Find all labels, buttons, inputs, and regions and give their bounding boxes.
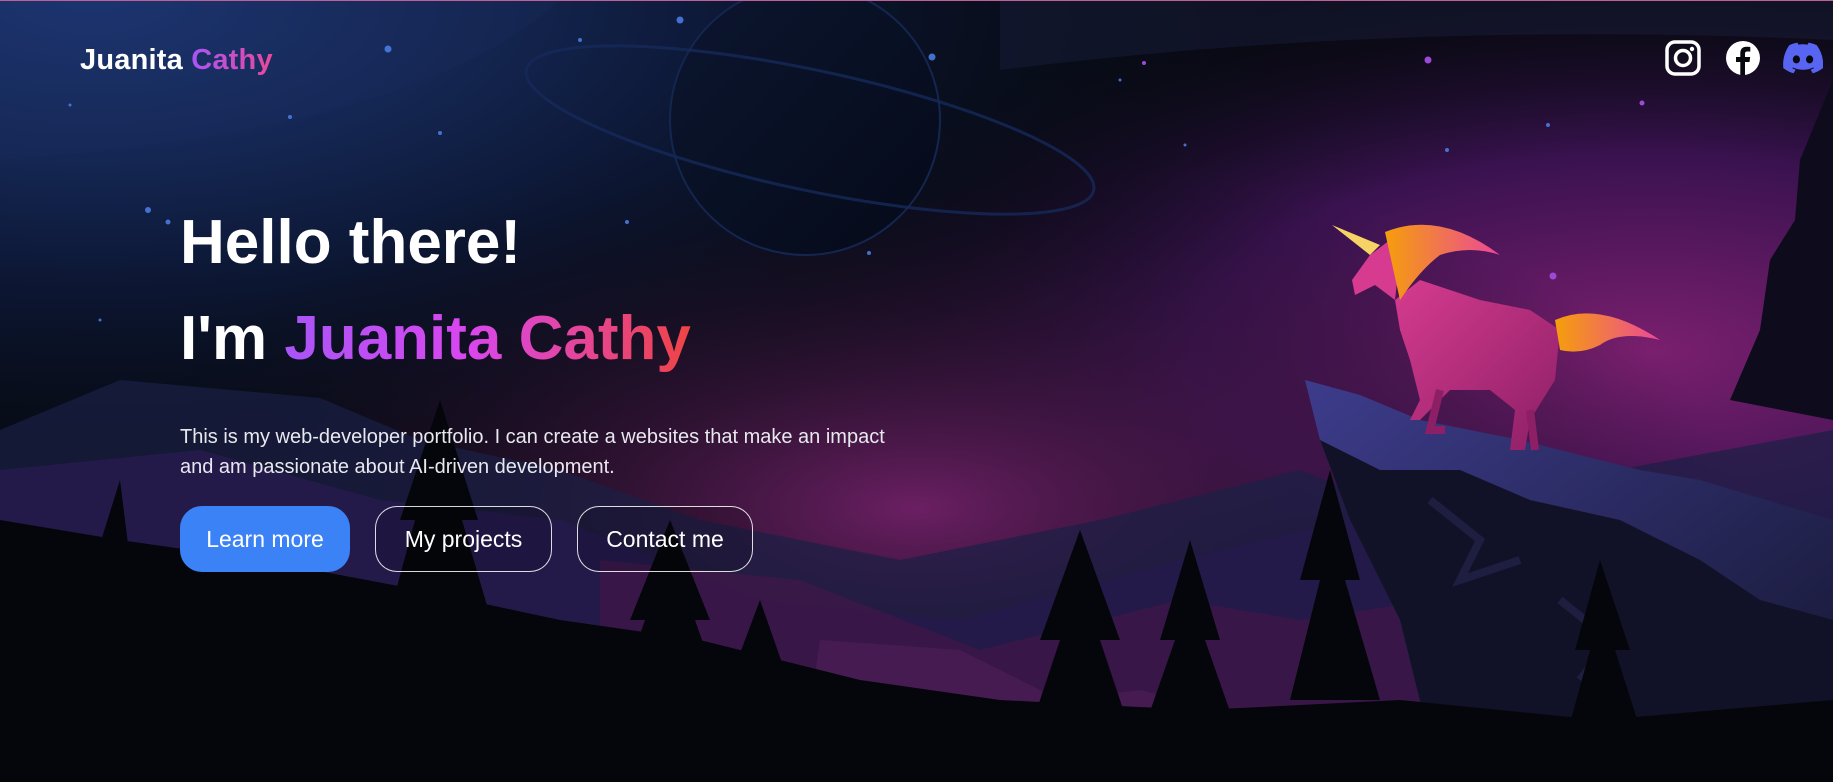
instagram-link[interactable] <box>1663 38 1703 78</box>
instagram-icon <box>1665 40 1701 76</box>
social-links <box>1633 38 1833 80</box>
hero-description: This is my web-developer portfolio. I ca… <box>180 426 885 478</box>
site-logo[interactable]: Juanita Cathy <box>80 44 273 77</box>
contact-me-button[interactable]: Contact me <box>577 506 753 572</box>
my-projects-button[interactable]: My projects <box>375 506 552 572</box>
hero-section: Juanita Cathy Hello there! I'm Juanita C… <box>0 0 1833 782</box>
night-landscape-background <box>0 0 1833 782</box>
hero-greeting: Hello there! <box>180 208 522 277</box>
logo-last-name: Cathy <box>191 44 273 76</box>
learn-more-button[interactable]: Learn more <box>180 506 350 572</box>
hero-intro-prefix: I'm <box>180 304 268 373</box>
facebook-link[interactable] <box>1723 38 1763 78</box>
top-border-line <box>0 0 1833 1</box>
facebook-icon <box>1726 41 1760 75</box>
hero-intro: I'm Juanita Cathy <box>180 308 691 370</box>
logo-first-name: Juanita <box>80 44 183 76</box>
discord-icon <box>1783 42 1823 74</box>
discord-link[interactable] <box>1783 38 1823 78</box>
hero-intro-name: Juanita Cathy <box>284 304 691 373</box>
